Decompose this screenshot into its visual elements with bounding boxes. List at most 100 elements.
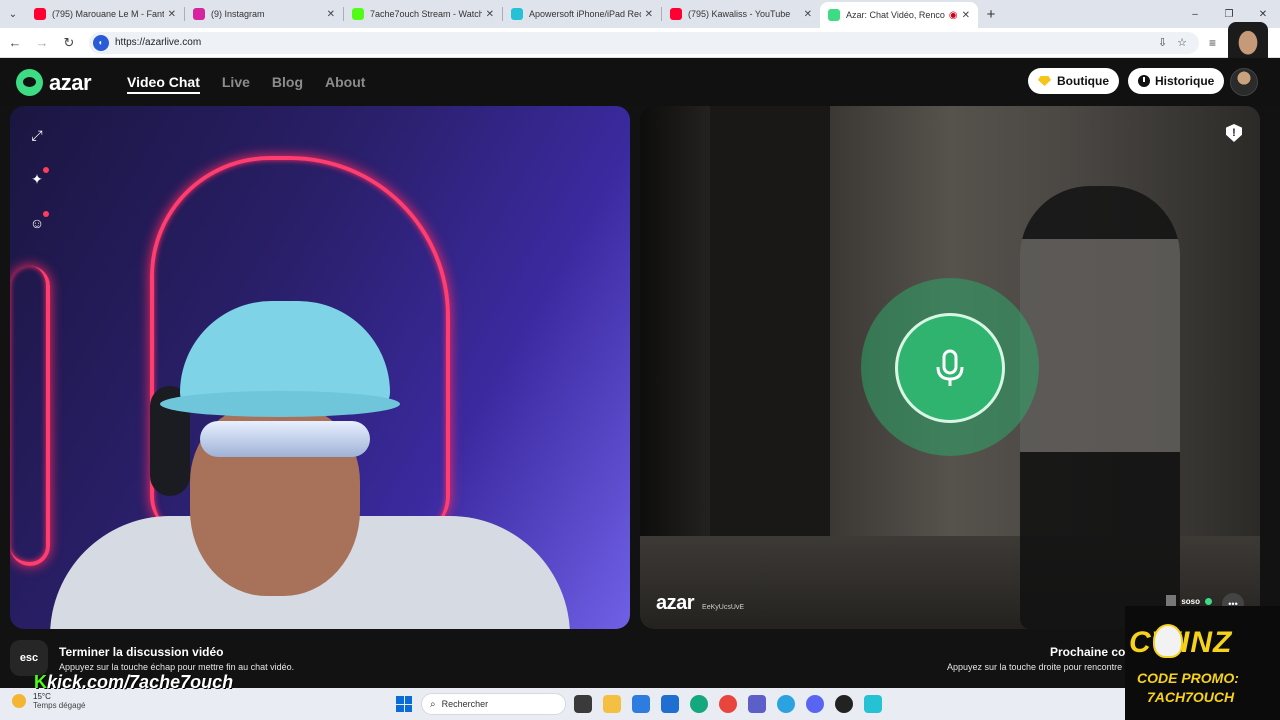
azar-logo-icon xyxy=(16,69,43,96)
sparkle-effects-icon[interactable]: ✦ xyxy=(26,167,49,190)
tab-close-icon[interactable]: ✕ xyxy=(645,9,653,20)
recording-indicator-icon: ◉ xyxy=(948,9,958,21)
watermark-id: EeKyUcsUvE xyxy=(702,604,745,611)
file-explorer-icon[interactable] xyxy=(603,695,621,713)
skull-logo-icon xyxy=(1153,624,1183,658)
taskbar-apps xyxy=(574,695,882,713)
moon-weather-icon xyxy=(12,694,26,708)
camera-tools: ⤢ ✦ ☺ xyxy=(26,124,49,234)
minimize-button[interactable]: – xyxy=(1178,0,1212,28)
new-tab-button[interactable]: + xyxy=(978,6,1004,23)
temperature: 15°C xyxy=(33,692,51,701)
azar-logo[interactable]: azar xyxy=(16,69,92,96)
tab-search-chevron-icon[interactable]: ⌄ xyxy=(0,0,26,28)
chrome-icon[interactable] xyxy=(719,695,737,713)
youtube-favicon-icon xyxy=(670,8,682,20)
task-view-icon[interactable] xyxy=(574,695,592,713)
kick-channel-overlay: Kkick.com/7ache7ouch xyxy=(34,672,233,693)
fullscreen-icon[interactable]: ⤢ xyxy=(26,124,48,146)
tab-title: (9) Instagram xyxy=(211,9,265,19)
instagram-favicon-icon xyxy=(193,8,205,20)
next-chat-title: Prochaine cor xyxy=(1050,645,1131,659)
report-shield-icon[interactable]: ! xyxy=(1226,124,1242,142)
kick-favicon-icon xyxy=(352,8,364,20)
browser-tab[interactable]: (795) Marouane Le M - Fantôme ✕ xyxy=(26,0,184,28)
search-icon: ⌕ xyxy=(430,698,436,710)
neon-light xyxy=(10,266,50,566)
microphone-icon xyxy=(936,349,964,386)
boutique-button[interactable]: Boutique xyxy=(1028,68,1119,94)
taskbar-search[interactable]: ⌕ Rechercher xyxy=(421,693,566,715)
install-app-icon[interactable]: ⇩ xyxy=(1158,36,1167,49)
teams-icon[interactable] xyxy=(748,695,766,713)
azar-header: azar Video Chat Live Blog About Boutique… xyxy=(0,58,1280,106)
promo-code-value: 7ACH7OUCH xyxy=(1147,689,1235,705)
tab-close-icon[interactable]: ✕ xyxy=(168,9,176,20)
tab-title: Apowersoft iPhone/iPad Recor xyxy=(529,9,641,19)
browser-tab[interactable]: 7ache7ouch Stream - Watch Li ✕ xyxy=(344,0,502,28)
kick-url: kick.com/7ache7ouch xyxy=(47,672,234,692)
menu-icon[interactable]: ≡ xyxy=(1209,36,1216,50)
omnibox-actions: ⇩ ☆ xyxy=(1158,36,1195,49)
browser-tab-strip: ⌄ (795) Marouane Le M - Fantôme ✕ (9) In… xyxy=(0,0,1280,28)
browser-toolbar: ← → ↻ ◐ https://azarlive.com ⇩ ☆ ≡ xyxy=(0,28,1280,58)
apowersoft-icon[interactable] xyxy=(864,695,882,713)
notification-dot xyxy=(43,211,49,217)
end-chat-title: Terminer la discussion vidéo xyxy=(59,645,224,659)
apowersoft-favicon-icon xyxy=(511,8,523,20)
gem-icon xyxy=(1038,76,1051,86)
weather-widget[interactable]: 15°C Temps dégagé xyxy=(12,692,85,710)
promo-code-label: CODE PROMO: xyxy=(1137,670,1239,686)
weather-description: Temps dégagé xyxy=(33,701,86,710)
obs-icon[interactable] xyxy=(835,695,853,713)
edge-icon[interactable] xyxy=(690,695,708,713)
my-camera-panel: ⤢ ✦ ☺ xyxy=(10,106,630,629)
address-bar[interactable]: ◐ https://azarlive.com ⇩ ☆ xyxy=(89,31,1199,54)
esc-key-button[interactable]: esc xyxy=(10,640,48,676)
main-nav: Video Chat Live Blog About xyxy=(127,74,365,94)
blurred-person xyxy=(1020,186,1180,629)
nav-live[interactable]: Live xyxy=(222,74,250,94)
back-arrow-icon[interactable]: ← xyxy=(3,31,27,55)
tab-close-icon[interactable]: ✕ xyxy=(962,10,970,21)
url-text[interactable]: https://azarlive.com xyxy=(115,37,1158,48)
site-info-icon[interactable]: ◐ xyxy=(93,34,109,51)
tab-title: (795) Marouane Le M - Fantôme xyxy=(52,9,164,19)
notification-dot xyxy=(43,167,49,173)
azar-favicon-icon xyxy=(828,9,840,21)
streamer-sunglasses xyxy=(200,421,370,457)
tab-title: Azar: Chat Vidéo, Rencontr xyxy=(846,10,945,20)
telegram-icon[interactable] xyxy=(777,695,795,713)
store-icon[interactable] xyxy=(632,695,650,713)
streamer-cap-brim xyxy=(160,391,400,417)
windows-start-icon[interactable] xyxy=(396,696,412,712)
tab-close-icon[interactable]: ✕ xyxy=(327,9,335,20)
nav-about[interactable]: About xyxy=(325,74,365,94)
clock-icon xyxy=(1138,75,1150,87)
browser-tab[interactable]: Apowersoft iPhone/iPad Recor ✕ xyxy=(503,0,661,28)
nav-video-chat[interactable]: Video Chat xyxy=(127,74,200,94)
browser-tab[interactable]: (9) Instagram ✕ xyxy=(185,0,343,28)
discord-icon[interactable] xyxy=(806,695,824,713)
emoji-mask-icon[interactable]: ☺ xyxy=(26,211,49,234)
historique-button[interactable]: Historique xyxy=(1128,68,1225,94)
tab-title: (795) Kawaliss - YouTube xyxy=(688,9,791,19)
forward-arrow-icon[interactable]: → xyxy=(30,31,54,55)
nav-blog[interactable]: Blog xyxy=(272,74,303,94)
promo-overlay: CWINZ CODE PROMO: 7ACH7OUCH xyxy=(1125,606,1280,720)
tab-close-icon[interactable]: ✕ xyxy=(804,9,812,20)
bookmark-star-icon[interactable]: ☆ xyxy=(1177,36,1187,49)
reload-icon[interactable]: ↻ xyxy=(57,31,81,55)
historique-label: Historique xyxy=(1155,74,1215,88)
tab-title: 7ache7ouch Stream - Watch Li xyxy=(370,9,482,19)
end-chat-hint: Appuyez sur la touche échap pour mettre … xyxy=(59,662,295,672)
mic-button[interactable] xyxy=(895,313,1005,423)
profile-avatar[interactable] xyxy=(1230,68,1258,96)
browser-tab-active[interactable]: Azar: Chat Vidéo, Rencontr ◉ ✕ xyxy=(820,2,978,28)
partner-video-panel: ! azar EeKyUcsUvE soso ••• xyxy=(640,106,1260,629)
outlook-icon[interactable] xyxy=(661,695,679,713)
weather-text: 15°C Temps dégagé xyxy=(33,692,85,710)
browser-tab[interactable]: (795) Kawaliss - YouTube ✕ xyxy=(662,0,820,28)
tab-close-icon[interactable]: ✕ xyxy=(486,9,494,20)
next-chat-hint: Appuyez sur la touche droite pour rencon… xyxy=(947,662,1123,672)
